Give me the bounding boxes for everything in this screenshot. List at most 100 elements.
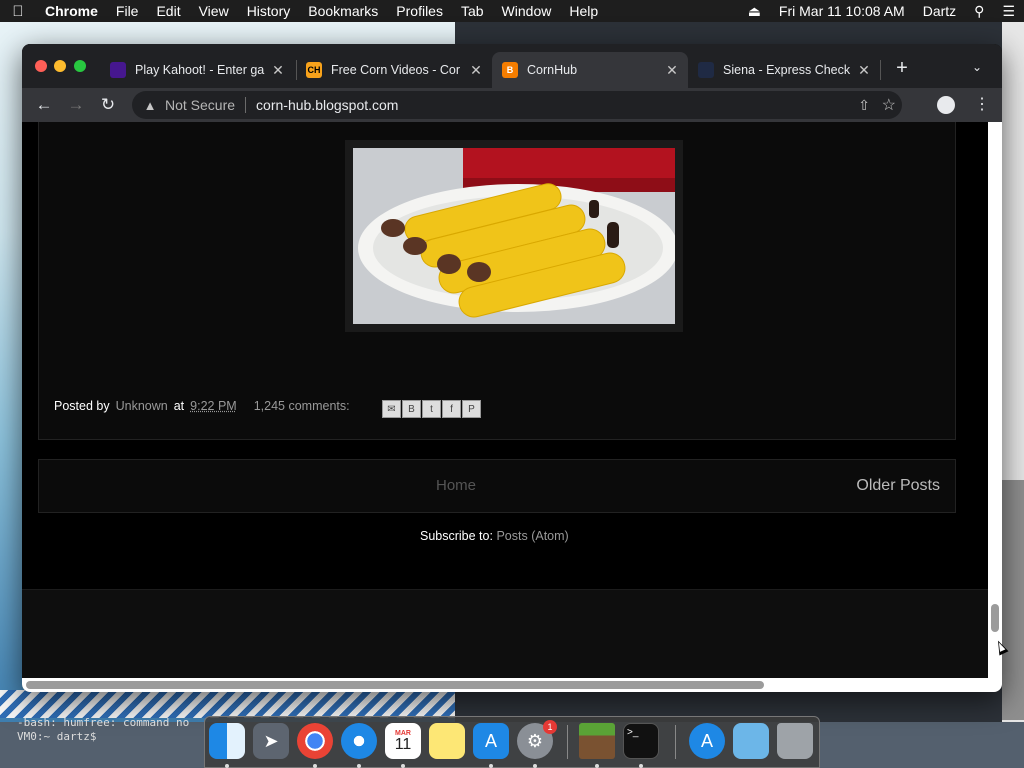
- menu-edit[interactable]: Edit: [147, 3, 189, 19]
- terminal-icon[interactable]: >_: [623, 723, 659, 759]
- blogger-favicon-icon: B: [502, 62, 518, 78]
- share-icon[interactable]: ⇧: [858, 97, 870, 114]
- tab-kahoot[interactable]: Play Kahoot! - Enter ga ✕: [110, 52, 292, 88]
- menu-bar:  Chrome File Edit View History Bookmark…: [0, 0, 1024, 22]
- blogthis-share-icon[interactable]: B: [402, 400, 421, 418]
- downloads-folder-icon[interactable]: [733, 723, 769, 759]
- security-status[interactable]: Not Secure: [165, 97, 235, 113]
- running-indicator: [357, 764, 361, 768]
- chrome-menu-icon[interactable]: ⋮: [974, 94, 990, 114]
- launchpad-icon[interactable]: ➤: [253, 723, 289, 759]
- blog-post: Posted by Unknown at 9:22 PM 1,245 comme…: [38, 122, 956, 440]
- facebook-share-icon[interactable]: f: [442, 400, 461, 418]
- posts-atom-link[interactable]: Posts (Atom): [496, 529, 568, 543]
- background-window-edge-lower: [1002, 480, 1024, 720]
- close-tab-icon[interactable]: ✕: [662, 62, 682, 79]
- tab-cornhub-active[interactable]: B CornHub ✕: [492, 52, 688, 88]
- menu-bookmarks[interactable]: Bookmarks: [299, 3, 387, 19]
- chrome-icon[interactable]: [297, 723, 333, 759]
- menu-extras: ⏏ Fri Mar 11 10:08 AM Dartz ⚲ ☰: [739, 0, 1024, 22]
- menu-window[interactable]: Window: [493, 3, 561, 19]
- at-label: at: [173, 399, 185, 413]
- calendar-day: 11: [394, 735, 412, 753]
- twitter-share-icon[interactable]: t: [422, 400, 441, 418]
- tab-title: Play Kahoot! - Enter ga: [135, 63, 265, 77]
- calendar-icon[interactable]: MAR 11: [385, 723, 421, 759]
- menu-profiles[interactable]: Profiles: [387, 3, 452, 19]
- menu-help[interactable]: Help: [560, 3, 607, 19]
- spotlight-search-icon[interactable]: ⚲: [965, 3, 993, 20]
- tab-separator: [296, 60, 297, 80]
- horizontal-scrollbar[interactable]: [22, 678, 1002, 692]
- share-buttons: ✉ B t f P: [382, 400, 481, 418]
- menu-view[interactable]: View: [190, 3, 238, 19]
- menu-clock[interactable]: Fri Mar 11 10:08 AM: [770, 3, 914, 19]
- close-window-button[interactable]: [35, 60, 47, 72]
- menu-user[interactable]: Dartz: [914, 3, 965, 19]
- pinterest-share-icon[interactable]: P: [462, 400, 481, 418]
- tab-siena-checkout[interactable]: Siena - Express Check ✕: [698, 52, 874, 88]
- tab-free-corn-videos[interactable]: CH Free Corn Videos - Cor ✕: [306, 52, 486, 88]
- app-store-folder-icon[interactable]: A: [689, 723, 725, 759]
- eject-icon[interactable]: ⏏: [739, 3, 770, 20]
- finder-icon[interactable]: [209, 723, 245, 759]
- tab-strip: Play Kahoot! - Enter ga ✕ CH Free Corn V…: [22, 44, 1002, 88]
- new-tab-icon[interactable]: +: [892, 58, 912, 78]
- close-tab-icon[interactable]: ✕: [466, 62, 486, 79]
- terminal-line: -bash: humfree: command no: [17, 716, 190, 729]
- running-indicator: [639, 764, 643, 768]
- apple-icon[interactable]: : [0, 3, 36, 20]
- tab-separator: [880, 60, 881, 80]
- siena-favicon-icon: [698, 62, 714, 78]
- vertical-scrollbar[interactable]: [988, 122, 1002, 678]
- post-footer: Posted by Unknown at 9:22 PM 1,245 comme…: [54, 399, 350, 413]
- browser-toolbar: ← → ↻ ▲ Not Secure corn-hub.blogspot.com…: [22, 88, 1002, 122]
- tab-title: Free Corn Videos - Cor: [331, 63, 460, 77]
- profile-avatar-icon[interactable]: [937, 96, 955, 114]
- chrome-window: Play Kahoot! - Enter ga ✕ CH Free Corn V…: [22, 44, 1002, 692]
- older-posts-link[interactable]: Older Posts: [856, 477, 940, 495]
- vertical-scroll-thumb[interactable]: [991, 604, 999, 632]
- menu-app-name[interactable]: Chrome: [36, 3, 107, 19]
- address-bar[interactable]: ▲ Not Secure corn-hub.blogspot.com ⇧ ☆: [132, 91, 902, 119]
- kahoot-favicon-icon: [110, 62, 126, 78]
- subscribe-label: Subscribe to:: [420, 529, 493, 543]
- url-text[interactable]: corn-hub.blogspot.com: [256, 97, 398, 113]
- back-arrow-icon[interactable]: ←: [33, 95, 55, 115]
- safari-icon[interactable]: [341, 723, 377, 759]
- background-pattern-strip: [0, 690, 455, 718]
- post-timestamp-link[interactable]: 9:22 PM: [190, 399, 237, 413]
- trash-icon[interactable]: [777, 723, 813, 759]
- author-link[interactable]: Unknown: [116, 399, 168, 413]
- terminal-output[interactable]: -bash: humfree: command no VM0:~ dartz$: [17, 716, 207, 746]
- close-tab-icon[interactable]: ✕: [268, 62, 288, 79]
- forward-arrow-icon[interactable]: →: [65, 95, 87, 115]
- menu-history[interactable]: History: [238, 3, 300, 19]
- menu-tab[interactable]: Tab: [452, 3, 493, 19]
- terminal-prompt: VM0:~ dartz$: [17, 730, 104, 743]
- app-store-icon[interactable]: A: [473, 723, 509, 759]
- notes-icon[interactable]: [429, 723, 465, 759]
- page-footer: [22, 589, 988, 678]
- email-share-icon[interactable]: ✉: [382, 400, 401, 418]
- comments-link[interactable]: 1,245 comments:: [254, 399, 350, 413]
- system-preferences-icon[interactable]: ⚙ 1: [517, 720, 557, 759]
- corn-on-plate-image[interactable]: [353, 148, 675, 324]
- dock-divider: [675, 725, 676, 759]
- running-indicator: [595, 764, 599, 768]
- home-link[interactable]: Home: [436, 477, 476, 494]
- minimize-window-button[interactable]: [54, 60, 66, 72]
- close-tab-icon[interactable]: ✕: [854, 62, 874, 79]
- reload-icon[interactable]: ↻: [97, 95, 119, 115]
- warning-triangle-icon[interactable]: ▲: [141, 98, 159, 113]
- bookmark-star-icon[interactable]: ☆: [882, 95, 896, 115]
- running-indicator: [225, 764, 229, 768]
- zoom-window-button[interactable]: [74, 60, 86, 72]
- menu-file[interactable]: File: [107, 3, 148, 19]
- horizontal-scroll-thumb[interactable]: [26, 681, 764, 689]
- post-image-frame: [345, 140, 683, 332]
- minecraft-icon[interactable]: [579, 723, 615, 759]
- control-center-icon[interactable]: ☰: [993, 3, 1024, 20]
- tab-search-chevron-icon[interactable]: ⌄: [972, 60, 982, 74]
- dock: ➤ MAR 11 A ⚙ 1 >_ A: [204, 716, 820, 768]
